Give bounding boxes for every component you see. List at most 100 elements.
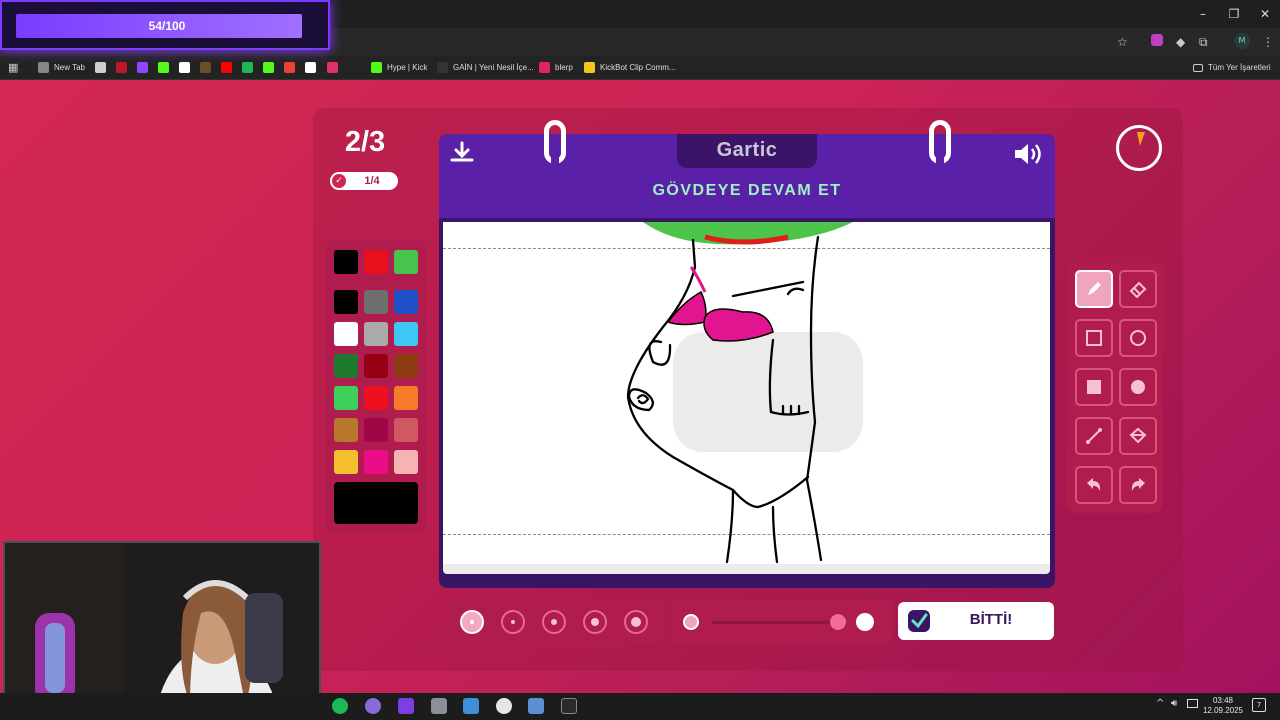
bookmark-item[interactable] [305, 60, 321, 76]
color-swatch[interactable] [394, 250, 418, 274]
done-check-icon [908, 610, 930, 632]
bookmark-item[interactable]: Hype | Kick [371, 60, 427, 76]
chrome-taskbar-icon[interactable] [496, 698, 512, 714]
restore-button[interactable]: ❐ [1219, 4, 1249, 24]
sound-icon[interactable] [1012, 140, 1044, 168]
epic-games-taskbar-icon[interactable] [561, 698, 577, 714]
close-button[interactable]: ✕ [1250, 4, 1280, 24]
color-swatch[interactable] [334, 322, 358, 346]
color-swatch[interactable] [394, 386, 418, 410]
bookmark-item[interactable] [137, 60, 153, 76]
bookmark-favicon-icon [200, 62, 211, 74]
color-swatch[interactable] [364, 354, 388, 378]
profile-avatar[interactable]: M [1234, 33, 1250, 49]
download-icon[interactable] [449, 140, 475, 166]
bookmark-item[interactable] [263, 60, 279, 76]
pencil-tool[interactable] [1075, 270, 1113, 308]
bookmark-item[interactable] [179, 60, 195, 76]
bookmark-favicon-icon [263, 62, 274, 74]
color-swatch[interactable] [334, 450, 358, 474]
eraser-tool[interactable] [1119, 270, 1157, 308]
color-swatch[interactable] [364, 290, 388, 314]
ellipse-filled-tool[interactable] [1119, 368, 1157, 406]
bookmark-item[interactable]: GAİN | Yeni Nesil İçe... [437, 60, 534, 76]
bookmark-favicon-icon [179, 62, 190, 74]
rectangle-outline-tool[interactable] [1075, 319, 1113, 357]
brush-size-5[interactable] [624, 610, 648, 634]
color-swatch[interactable] [394, 450, 418, 474]
bookmark-item[interactable] [95, 60, 111, 76]
bookmark-favicon-icon [437, 62, 448, 74]
clock-time: 03:48 [1212, 696, 1234, 705]
network-icon[interactable] [1187, 699, 1198, 708]
brush-size-1[interactable] [460, 610, 484, 634]
steam-taskbar-icon[interactable] [528, 698, 544, 714]
notification-icon[interactable]: 7 [1252, 698, 1266, 712]
brush-size-2[interactable] [501, 610, 525, 634]
minimize-button[interactable]: – [1188, 4, 1218, 24]
timer-clock [1116, 125, 1162, 171]
discord-taskbar-icon[interactable] [365, 698, 381, 714]
color-swatch[interactable] [394, 290, 418, 314]
color-swatch[interactable] [394, 322, 418, 346]
obs-taskbar-icon[interactable] [398, 698, 414, 714]
bookmark-item[interactable] [200, 60, 216, 76]
webcam-overlay [3, 541, 321, 715]
rectangle-filled-icon [1087, 380, 1101, 394]
color-swatch[interactable] [364, 250, 388, 274]
drawing-canvas[interactable] [443, 222, 1050, 564]
completed-count: 1/4 [364, 175, 380, 187]
completed-players-badge: ✓ 1/4 [330, 172, 398, 190]
rectangle-filled-tool[interactable] [1075, 368, 1113, 406]
color-swatch[interactable] [334, 250, 358, 274]
color-swatch[interactable] [334, 386, 358, 410]
apps-grid-icon[interactable]: ▦ [8, 60, 18, 76]
ellipse-outline-tool[interactable] [1119, 319, 1157, 357]
bookmark-item[interactable] [116, 60, 132, 76]
star-bookmark-icon[interactable]: ☆ [1117, 34, 1128, 50]
color-swatch[interactable] [364, 450, 388, 474]
volume-icon[interactable]: 🔊︎ [1171, 698, 1177, 709]
color-swatch[interactable] [334, 418, 358, 442]
color-swatch[interactable] [334, 354, 358, 378]
bookmark-item[interactable]: KickBot Clip Comm... [584, 60, 676, 76]
system-clock[interactable]: 03:48 12.09.2025 [1198, 696, 1248, 716]
notebook-ring-left [544, 120, 566, 165]
rectangle-outline-icon [1086, 330, 1102, 346]
bookmark-item[interactable] [284, 60, 300, 76]
redo-tool[interactable] [1119, 466, 1157, 504]
bookmark-item[interactable] [158, 60, 174, 76]
bookmark-item[interactable]: blerp [539, 60, 573, 76]
opacity-slider[interactable] [670, 600, 892, 644]
file-explorer-taskbar-icon[interactable] [463, 698, 479, 714]
brush-size-4[interactable] [583, 610, 607, 634]
extension-icon[interactable] [1151, 34, 1163, 46]
color-swatch[interactable] [364, 418, 388, 442]
clock-date: 12.09.2025 [1202, 706, 1244, 715]
color-swatch[interactable] [364, 322, 388, 346]
extensions-puzzle-icon[interactable]: ⧉ [1199, 34, 1208, 50]
bookmark-item[interactable]: New Tab [38, 60, 85, 76]
color-swatch[interactable] [364, 386, 388, 410]
ellipse-outline-icon [1130, 330, 1146, 346]
brush-size-3[interactable] [542, 610, 566, 634]
spotify-taskbar-icon[interactable] [332, 698, 348, 714]
app-taskbar-icon[interactable] [431, 698, 447, 714]
menu-kebab-icon[interactable]: ⋮ [1262, 34, 1274, 50]
bookmark-item[interactable] [221, 60, 237, 76]
line-tool[interactable] [1075, 417, 1113, 455]
bookmark-item[interactable] [327, 60, 343, 76]
opacity-thumb[interactable] [830, 614, 846, 630]
bookmark-item[interactable] [242, 60, 258, 76]
extension-diamond-icon[interactable]: ◆ [1176, 34, 1185, 50]
fill-bucket-tool[interactable] [1119, 417, 1157, 455]
current-color-preview [334, 482, 418, 524]
tray-chevron-icon[interactable]: ^ [1156, 698, 1164, 709]
all-bookmarks-folder[interactable]: Tüm Yer İşaretleri [1193, 60, 1271, 76]
undo-tool[interactable] [1075, 466, 1113, 504]
color-swatch[interactable] [394, 354, 418, 378]
color-swatch[interactable] [334, 290, 358, 314]
goal-progress-text: 54/100 [148, 19, 186, 33]
color-swatch[interactable] [394, 418, 418, 442]
done-button[interactable]: BİTTİ! [898, 602, 1054, 640]
